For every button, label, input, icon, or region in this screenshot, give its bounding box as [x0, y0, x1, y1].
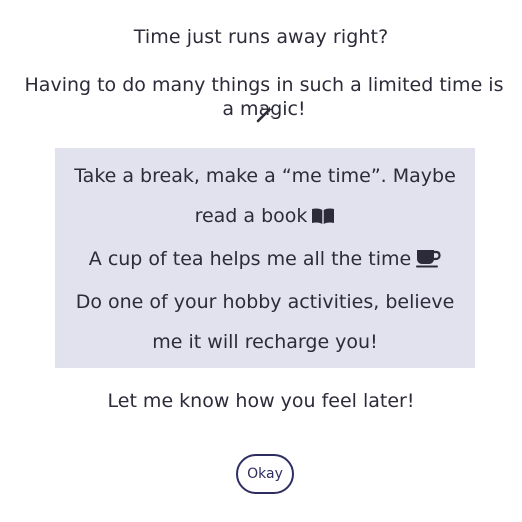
coffee-cup-icon	[415, 242, 441, 282]
message-panel: Take a break, make a “me time”. Maybe re…	[55, 148, 475, 368]
dialog: Time just runs away right? Having to do …	[0, 0, 522, 522]
panel-line-break: Take a break, make a “me time”. Maybe re…	[63, 156, 467, 239]
panel-line-tea-text: A cup of tea helps me all the time	[88, 248, 412, 270]
okay-button[interactable]: Okay	[236, 454, 294, 494]
panel-line-tea: A cup of tea helps me all the time	[63, 239, 467, 282]
dialog-footer-text: Let me know how you feel later!	[107, 390, 415, 412]
magic-wand-icon	[255, 104, 275, 124]
dialog-title: Time just runs away right?	[133, 26, 389, 48]
book-icon	[311, 199, 335, 239]
panel-line-hobby: Do one of your hobby activities, believe…	[75, 291, 455, 353]
panel-line-break-text: Take a break, make a “me time”. Maybe re…	[74, 165, 456, 227]
